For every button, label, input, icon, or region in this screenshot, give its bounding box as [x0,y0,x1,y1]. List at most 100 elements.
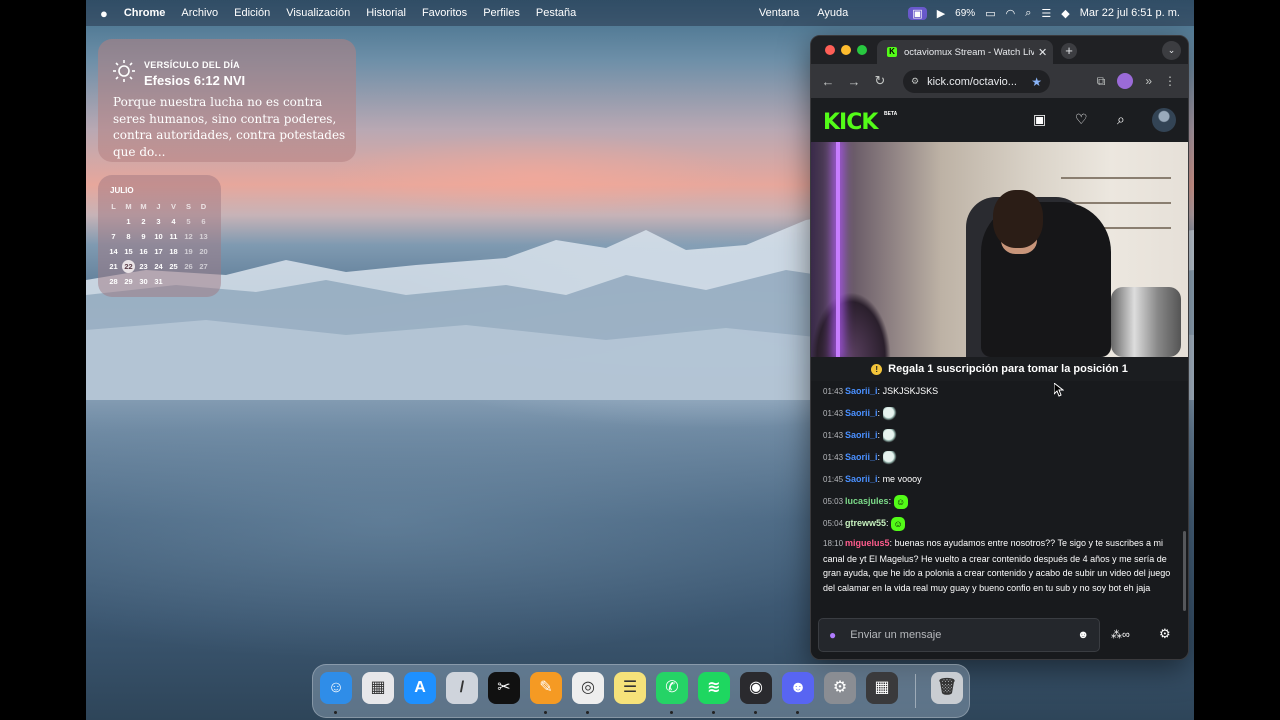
menu-archivo[interactable]: Archivo [181,7,218,19]
dock-system-settings-icon[interactable]: ⚙ [824,672,856,704]
back-arrow-icon[interactable]: ← [815,74,841,89]
chat-username[interactable]: lucasjules [845,496,889,506]
kick-logo[interactable]: KICK [823,110,878,135]
chat-message[interactable]: 01:43 Saorii_i: [823,428,1173,444]
chat-timestamp: 01:43 [823,409,844,418]
spotlight-search-icon[interactable]: ⌕ [1025,7,1031,20]
emoji-picker-icon[interactable]: ☻ [1077,629,1089,641]
menu-edicion[interactable]: Edición [234,7,270,19]
dock-trash-icon[interactable]: 🗑 [931,672,963,704]
siri-icon[interactable]: ◆ [1061,7,1069,20]
forward-arrow-icon[interactable]: → [841,74,867,89]
dock-notes-icon[interactable]: ☰ [614,672,646,704]
microphone-icon[interactable]: ● [829,628,836,642]
dock-spotify-icon[interactable]: ≋ [698,672,730,704]
chat-username[interactable]: Saorii_i [845,452,878,462]
dock-books-clip-icon[interactable]: / [446,672,478,704]
chat-message[interactable]: 05:04 gtreww55: ☺ [823,516,1173,532]
dock-capcut-icon[interactable]: ✂ [488,672,520,704]
dock-whatsapp-icon[interactable]: ✆ [656,672,688,704]
menu-clock[interactable]: Mar 22 jul 6:51 p. m. [1080,7,1180,19]
tab-close-icon[interactable]: ✕ [1038,46,1047,59]
stream-video-player[interactable] [811,142,1188,357]
apple-menu-icon[interactable]: ● [100,6,108,21]
calendar-day: 9 [141,232,146,241]
calendar-day: 18 [169,247,178,256]
menu-visualizacion[interactable]: Visualización [286,7,350,19]
dock-app-store-icon[interactable]: A [404,672,436,704]
chat-username[interactable]: Saorii_i [845,474,878,484]
play-icon[interactable]: ▶ [937,7,945,20]
dock-calculator-icon[interactable]: ▦ [866,672,898,704]
chat-timestamp: 05:03 [823,497,844,506]
kick-favicon-icon: K [887,47,897,57]
profile-avatar-icon[interactable] [1117,73,1134,89]
tab-kick-stream[interactable]: K octaviomux Stream - Watch Live ✕ [877,40,1053,64]
dock-launchpad-icon[interactable]: ▦ [362,672,394,704]
kick-emote-icon[interactable]: ☺ [893,494,908,509]
verse-of-the-day-widget[interactable]: VERSÍCULO DEL DÍA Efesios 6:12 NVI Porqu… [98,39,356,162]
menu-historial[interactable]: Historial [366,7,406,19]
heart-icon[interactable]: ♡ [1075,111,1088,128]
zoom-window-button[interactable] [857,45,867,55]
chat-message-input[interactable]: ● Enviar un mensaje ☻ [818,618,1100,652]
minimize-window-button[interactable] [841,45,851,55]
search-icon[interactable]: ⌕ [1117,111,1125,128]
tab-search-button[interactable]: ⌄ [1162,41,1181,60]
more-extensions-chevron-icon[interactable]: » [1145,74,1152,88]
pinned-gift-banner[interactable]: ! Regala 1 suscripción para tomar la pos… [811,357,1188,381]
chat-message[interactable]: 18:10 miguelus5: buenas nos ayudamos entr… [823,536,1173,595]
ghost-emote-icon[interactable] [882,450,897,465]
site-settings-icon[interactable]: ⚙ [911,76,919,87]
ghost-emote-icon[interactable] [882,428,897,443]
video-thermos [1111,287,1181,357]
battery-icon[interactable]: ▭ [985,7,995,20]
menu-ventana[interactable]: Ventana [759,7,799,19]
calendar-weekday: M [125,202,132,211]
bookmark-star-icon[interactable]: ★ [1031,75,1042,89]
chat-separator: : [888,496,894,506]
sun-icon [113,60,135,82]
kick-emote-icon[interactable]: ☺ [891,516,906,531]
new-tab-button[interactable]: + [1061,43,1077,59]
chat-username[interactable]: Saorii_i [845,386,878,396]
gift-box-icon[interactable]: ▣ [1033,111,1046,128]
chat-message[interactable]: 05:03 lucasjules: ☺ [823,494,1173,510]
menu-favoritos[interactable]: Favoritos [422,7,467,19]
ghost-emote-icon[interactable] [882,406,897,421]
menu-app-name[interactable]: Chrome [124,7,166,19]
kicks-infinity-icon[interactable]: ⁂∞ [1111,628,1130,641]
close-window-button[interactable] [825,45,835,55]
chrome-menu-icon[interactable]: ⋮ [1164,74,1176,88]
dock-obs-icon[interactable]: ◉ [740,672,772,704]
chat-settings-gear-icon[interactable]: ⚙ [1159,626,1171,642]
calendar-widget[interactable]: JULIO L M M J V S D 1 2 3 4 5 6 7 8 9 10 11 12 13 14 15 16 17 18… [98,175,221,297]
chat-message[interactable]: 01:43 Saorii_i: JSKJSKJSKS [823,384,1173,400]
calendar-day: 5 [186,217,191,226]
address-bar[interactable]: ⚙ kick.com/octavio... ★ [903,70,1050,93]
chat-scrollbar[interactable] [1183,531,1186,611]
menu-perfiles[interactable]: Perfiles [483,7,520,19]
chat-messages[interactable]: 01:43 Saorii_i: JSKJSKJSKS 01:43 Saorii_i: … [811,381,1188,611]
chat-username[interactable]: gtreww55 [845,518,886,528]
chat-username[interactable]: miguelus5 [845,538,890,548]
extensions-puzzle-icon[interactable]: ⧉ [1097,74,1106,89]
dock-discord-icon[interactable]: ☻ [782,672,814,704]
calendar-day: 17 [154,247,163,256]
dock-pages-icon[interactable]: ✎ [530,672,562,704]
dock-finder-icon[interactable]: ☺ [320,672,352,704]
wifi-icon[interactable]: ◠ [1006,7,1016,20]
chat-message[interactable]: 01:45 Saorii_i: me voooy [823,472,1173,488]
dock-chrome-icon[interactable]: ◎ [572,672,604,704]
chat-username[interactable]: Saorii_i [845,430,878,440]
user-avatar[interactable] [1152,108,1176,132]
menu-pestana[interactable]: Pestaña [536,7,576,19]
menu-ayuda[interactable]: Ayuda [817,7,848,19]
stage-manager-icon[interactable]: ▣ [908,6,927,20]
chat-message[interactable]: 01:43 Saorii_i: [823,450,1173,466]
control-center-icon[interactable]: ☰ [1041,7,1051,20]
chat-message[interactable]: 01:43 Saorii_i: [823,406,1173,422]
reload-icon[interactable]: ↻ [867,73,893,89]
chat-username[interactable]: Saorii_i [845,408,878,418]
chat-timestamp: 01:43 [823,387,844,396]
